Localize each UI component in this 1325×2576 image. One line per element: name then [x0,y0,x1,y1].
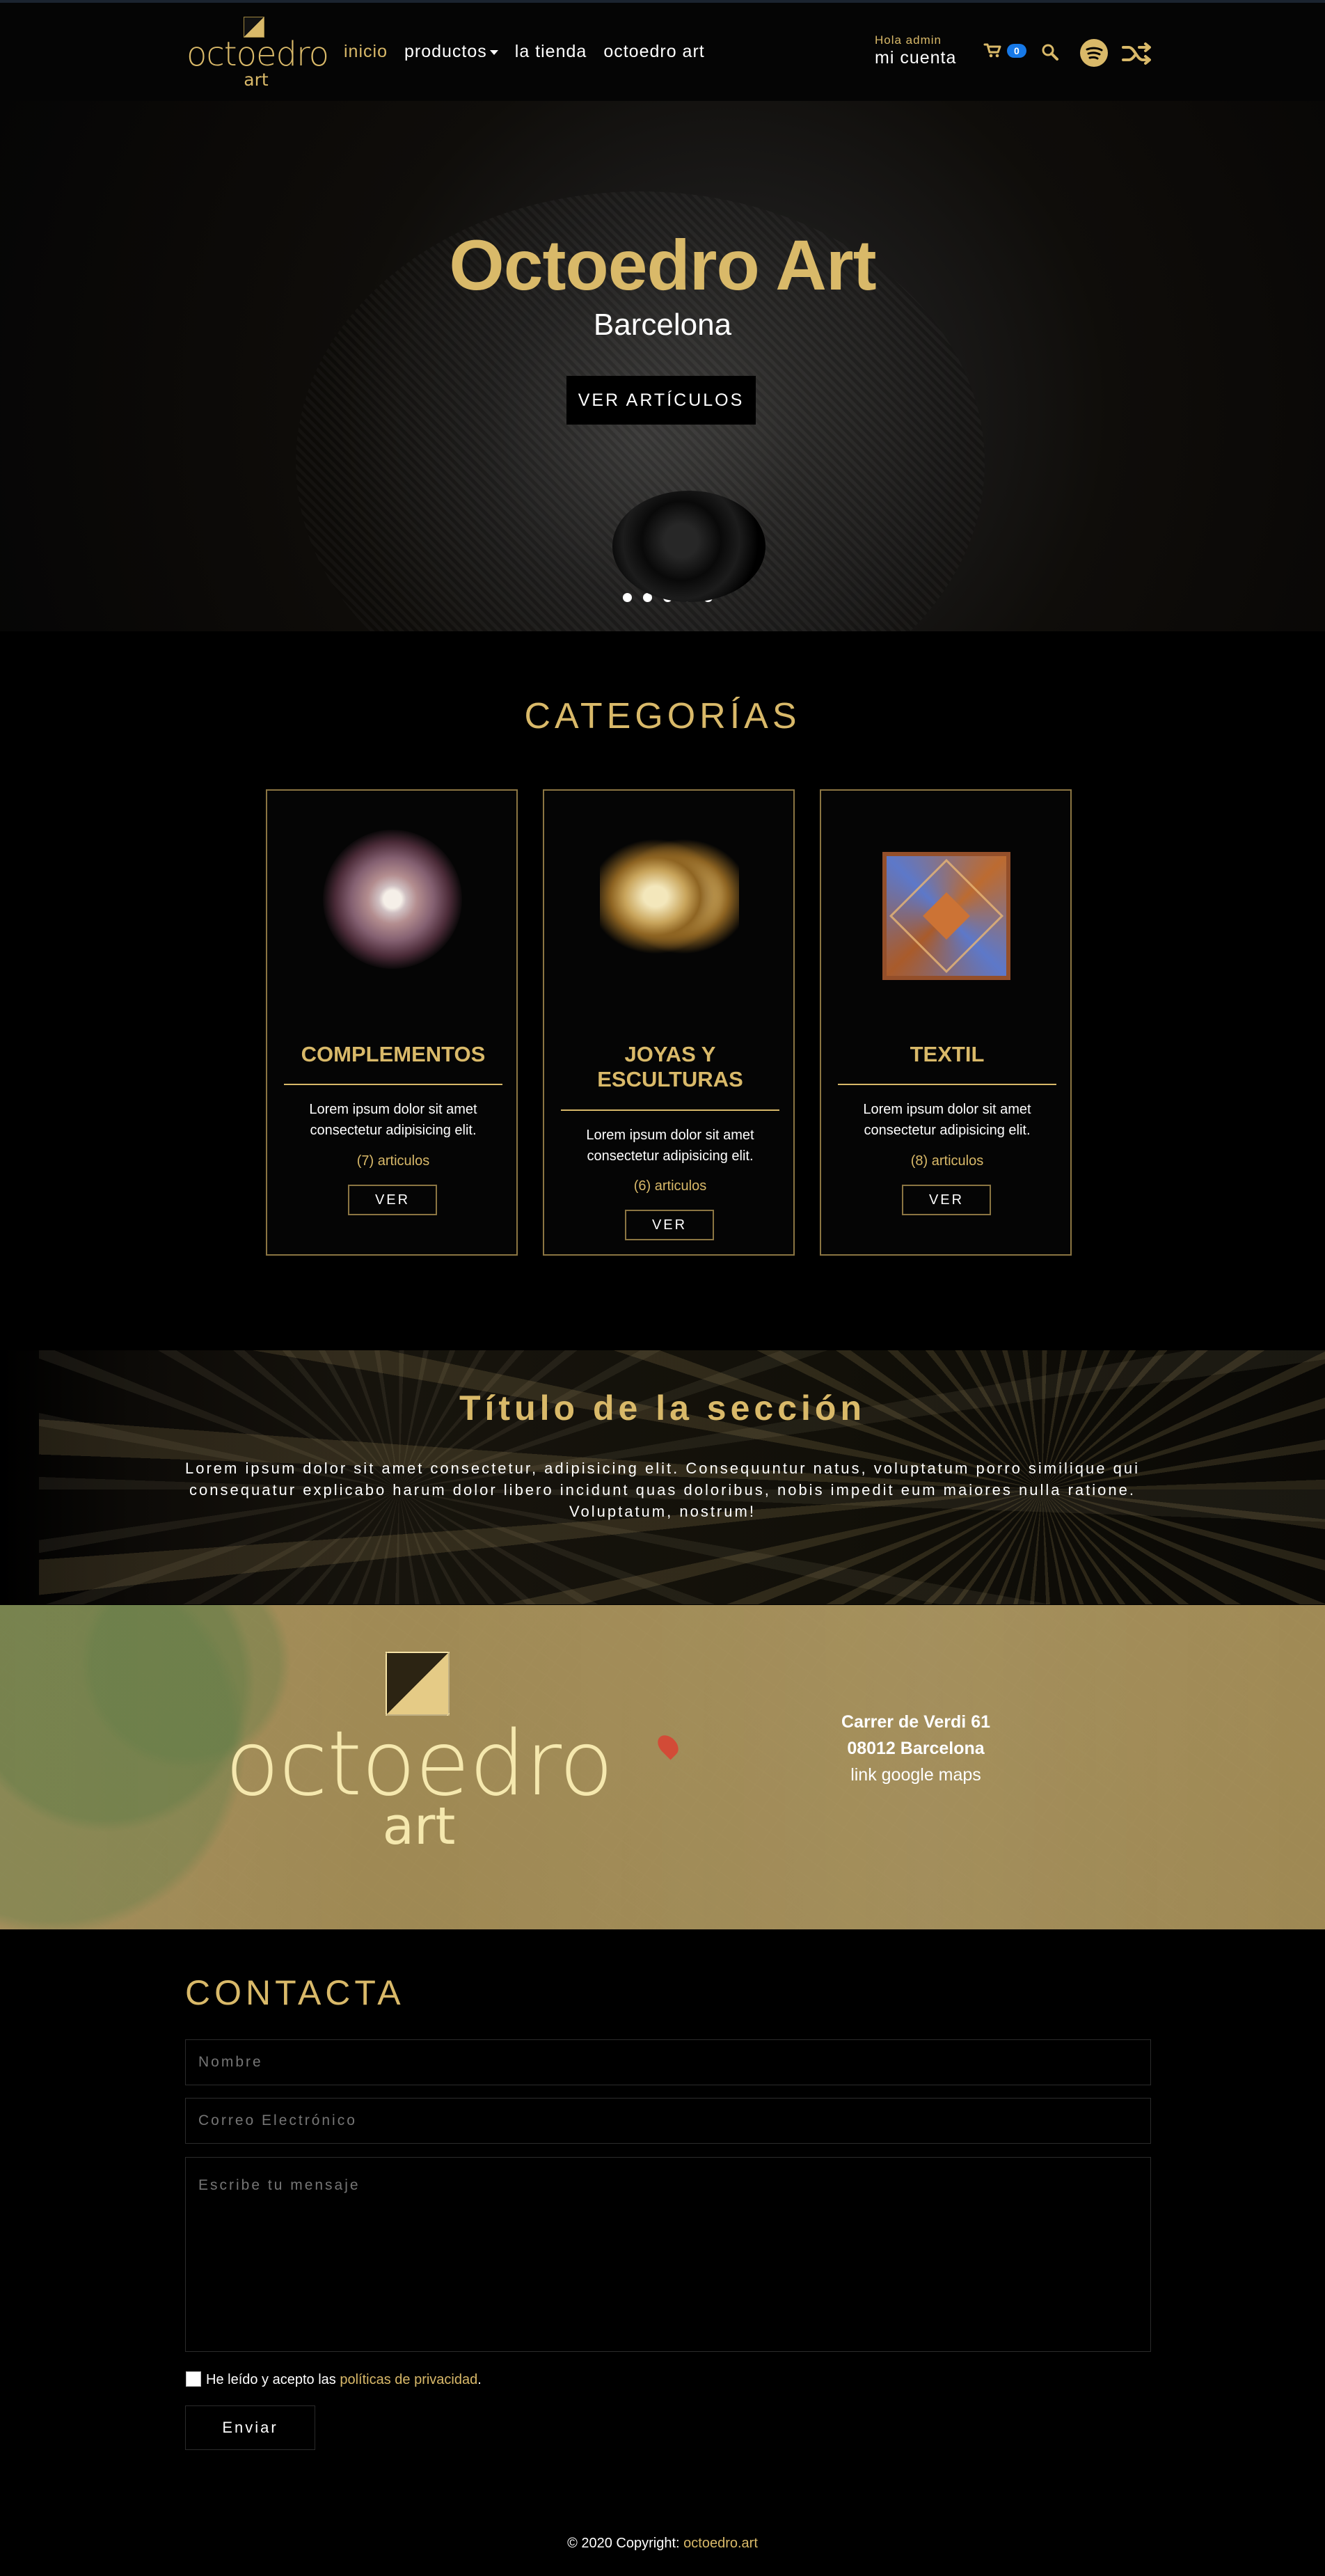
map-logo-subtitle: art [382,1796,456,1856]
account-link: mi cuenta [875,48,957,68]
logo-mark-icon [386,1652,450,1716]
map-logo-wordmark: octoedro [225,1712,613,1816]
carousel-indicators [623,593,713,602]
category-view-button[interactable]: VER [348,1185,437,1215]
category-image [323,830,462,969]
top-navigation: octoedro art inicio productos la tienda … [0,0,1325,101]
carousel-dot[interactable] [663,593,672,602]
cart-icon [983,43,1001,58]
category-description: Lorem ipsum dolor sit amet consectetur a… [586,1128,754,1164]
carousel-dot[interactable] [704,593,713,602]
section-body: Lorem ipsum dolor sit amet consectetur, … [185,1460,1140,1520]
logo-wordmark: octoedro [187,35,329,74]
privacy-policy-link[interactable]: políticas de privacidad [340,2372,477,2387]
address-block: Carrer de Verdi 61 08012 Barcelona link … [811,1709,1020,1788]
section-banner: Título de la sección Lorem ipsum dolor s… [0,1350,1325,1604]
category-card-textil: TEXTIL Lorem ipsum dolor sit amet consec… [820,789,1072,1256]
category-image [882,852,1010,980]
carousel-dot[interactable] [643,593,652,602]
category-count: (6) articulos [633,1178,707,1194]
address-line-2: 08012 Barcelona [847,1739,985,1758]
hero-subtitle: Barcelona [593,308,732,342]
nav-link-productos[interactable]: productos [404,42,498,62]
spotify-icon[interactable] [1080,39,1108,67]
address-line-1: Carrer de Verdi 61 [841,1712,990,1732]
shuffle-icon[interactable] [1122,42,1151,65]
category-card-complementos: COMPLEMENTOS Lorem ipsum dolor sit amet … [266,789,518,1256]
category-view-button[interactable]: VER [625,1210,714,1240]
category-title: COMPLEMENTOS [301,1042,486,1066]
hero-title: Octoedro Art [449,226,876,305]
google-maps-link[interactable]: link google maps [811,1762,1020,1788]
category-description: Lorem ipsum dolor sit amet consectetur a… [309,1102,477,1138]
privacy-consent-text: He leído y acepto las políticas de priva… [206,2371,482,2389]
category-divider [838,1084,1056,1085]
category-title: JOYAS Y ESCULTURAS [597,1042,743,1091]
carousel-dot[interactable] [683,593,692,602]
privacy-checkbox[interactable] [186,2371,201,2387]
message-textarea[interactable] [185,2157,1151,2352]
hero-carousel: Octoedro Art Barcelona VER ARTÍCULOS [0,101,1325,631]
cart-button[interactable]: 0 [983,43,1026,58]
category-count: (7) articulos [356,1153,430,1169]
footer: © 2020 Copyright: octoedro.art [0,2536,1325,2552]
category-image [600,830,739,969]
nav-link-inicio[interactable]: inicio [344,42,388,62]
site-logo[interactable]: octoedro art [187,14,329,90]
privacy-consent-suffix: . [477,2372,482,2387]
map-pin-icon[interactable] [653,1731,683,1760]
category-card-joyas-y-esculturas: JOYAS Y ESCULTURAS Lorem ipsum dolor sit… [543,789,795,1256]
nav-link-octoedro-art[interactable]: octoedro art [603,42,704,62]
account-greeting: Hola admin [875,33,942,47]
category-view-button[interactable]: VER [902,1185,991,1215]
category-description: Lorem ipsum dolor sit amet consectetur a… [863,1102,1031,1138]
nav-link-productos-label: productos [404,42,487,61]
account-menu[interactable]: Hola admin mi cuenta [875,33,956,68]
nav-link-la-tienda[interactable]: la tienda [515,42,587,62]
privacy-consent-prefix: He leído y acepto las [206,2372,336,2387]
contact-title: CONTACTA [185,1973,405,2012]
name-input[interactable] [185,2039,1151,2085]
email-input[interactable] [185,2098,1151,2144]
category-cards: COMPLEMENTOS Lorem ipsum dolor sit amet … [266,789,1072,1256]
chevron-down-icon [489,49,498,55]
main-menu: inicio productos la tienda octoedro art [344,42,705,62]
footer-copyright: © 2020 Copyright: [567,2536,680,2551]
location-map: octoedro art Carrer de Verdi 61 08012 Ba… [0,1605,1325,1929]
map-logo: octoedro art [221,1652,617,1860]
category-count: (8) articulos [910,1153,984,1169]
carousel-dot[interactable] [623,593,632,602]
section-title: Título de la sección [459,1389,866,1428]
category-title: TEXTIL [910,1042,985,1066]
logo-subtitle: art [244,70,269,90]
category-divider [284,1084,502,1085]
search-icon[interactable] [1041,43,1059,61]
category-divider [561,1109,779,1111]
categories-title: CATEGORÍAS [524,696,801,736]
view-items-button[interactable]: VER ARTÍCULOS [566,376,756,425]
footer-site-link[interactable]: octoedro.art [683,2536,758,2551]
submit-button[interactable]: Enviar [185,2405,315,2450]
cart-count-badge: 0 [1007,44,1026,58]
